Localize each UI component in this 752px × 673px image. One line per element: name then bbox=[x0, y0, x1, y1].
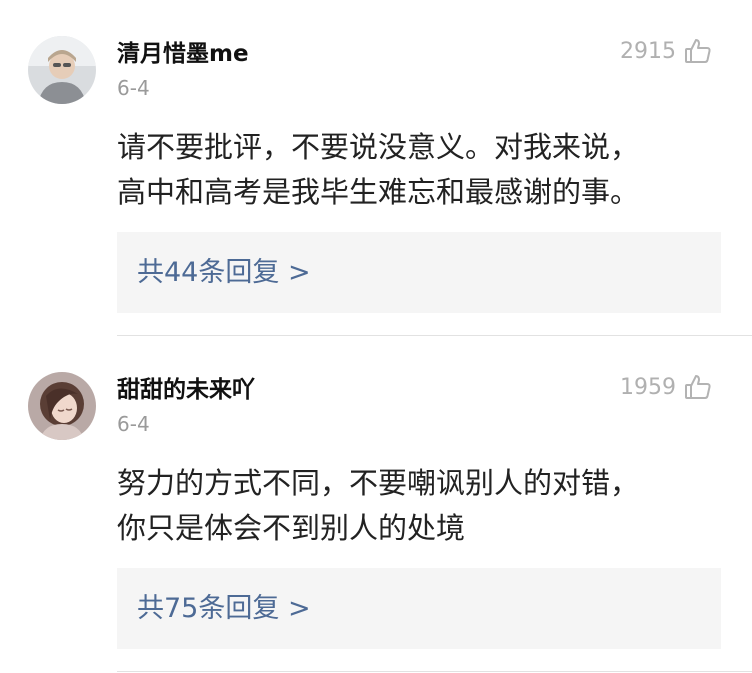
thumbs-up-icon[interactable] bbox=[684, 37, 712, 65]
replies-box[interactable]: 共75条回复 > bbox=[117, 568, 721, 649]
username[interactable]: 清月惜墨me bbox=[117, 34, 249, 68]
comment-text-line: 高中和高考是我毕生难忘和最感谢的事。 bbox=[117, 175, 640, 209]
username[interactable]: 甜甜的未来吖 bbox=[117, 370, 255, 404]
comment-text: 请不要批评，不要说没意义。对我来说， 高中和高考是我毕生难忘和最感谢的事。 bbox=[117, 125, 717, 215]
comment-date: 6-4 bbox=[117, 412, 150, 436]
comment-text: 努力的方式不同，不要嘲讽别人的对错， 你只是体会不到别人的处境 bbox=[117, 461, 717, 551]
like-count: 1959 bbox=[620, 374, 676, 400]
comment-text-line: 努力的方式不同，不要嘲讽别人的对错， bbox=[117, 466, 640, 500]
view-replies-link[interactable]: 共75条回复 > bbox=[137, 568, 311, 649]
replies-box[interactable]: 共44条回复 > bbox=[117, 232, 721, 313]
avatar[interactable] bbox=[28, 36, 96, 104]
like-count: 2915 bbox=[620, 38, 676, 64]
avatar[interactable] bbox=[28, 372, 96, 440]
like-control[interactable]: 2915 bbox=[620, 37, 712, 65]
avatar-illustration-icon bbox=[28, 372, 96, 440]
thumbs-up-icon[interactable] bbox=[684, 373, 712, 401]
comment-text-line: 请不要批评，不要说没意义。对我来说， bbox=[117, 130, 640, 164]
like-control[interactable]: 1959 bbox=[620, 373, 712, 401]
view-replies-link[interactable]: 共44条回复 > bbox=[137, 232, 311, 313]
comment-date: 6-4 bbox=[117, 76, 150, 100]
divider bbox=[117, 671, 752, 672]
comment-item: 清月惜墨me 6-4 2915 请不要批评，不要说没意义。对我来说， 高中和高考… bbox=[0, 0, 752, 336]
comment-item: 甜甜的未来吖 6-4 1959 努力的方式不同，不要嘲讽别人的对错， 你只是体会… bbox=[0, 336, 752, 673]
comment-text-line: 你只是体会不到别人的处境 bbox=[117, 511, 466, 545]
avatar-photo-icon bbox=[28, 36, 96, 104]
